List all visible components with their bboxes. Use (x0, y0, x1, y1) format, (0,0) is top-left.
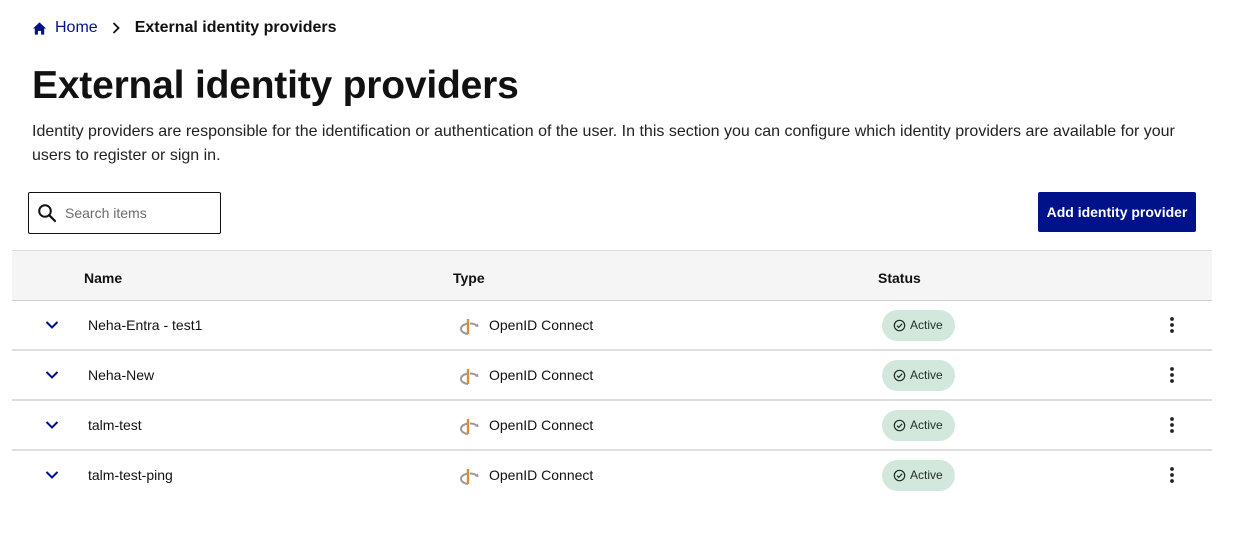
provider-type-label: OpenID Connect (489, 467, 594, 483)
more-vertical-icon[interactable] (1162, 401, 1182, 449)
more-vertical-icon[interactable] (1162, 301, 1182, 349)
status-label: Active (910, 368, 943, 382)
add-identity-provider-button[interactable]: Add identity provider (1038, 192, 1196, 232)
status-label: Active (910, 318, 943, 332)
chevron-down-icon[interactable] (42, 351, 62, 399)
page-description: Identity providers are responsible for t… (32, 123, 1175, 164)
home-icon (32, 21, 47, 35)
breadcrumb-home-link[interactable]: Home (32, 19, 98, 37)
check-circle-icon (893, 469, 906, 481)
provider-type: OpenID Connect (458, 451, 593, 499)
check-circle-icon (893, 319, 906, 331)
status-label: Active (910, 468, 943, 482)
provider-type: OpenID Connect (458, 401, 593, 449)
breadcrumb: Home External identity providers (32, 17, 337, 39)
search-input[interactable] (63, 204, 217, 222)
check-circle-icon (893, 369, 906, 381)
table-row: Neha-Entra - test1 OpenID Connect Active (12, 301, 1212, 351)
search-box[interactable] (28, 192, 221, 234)
status-badge: Active (882, 359, 955, 391)
chevron-down-icon[interactable] (42, 401, 62, 449)
column-header-type[interactable]: Type (453, 270, 485, 286)
table-header: Name Type Status (12, 250, 1212, 301)
breadcrumb-current: External identity providers (134, 19, 337, 36)
status-badge: Active (882, 309, 955, 341)
provider-type-label: OpenID Connect (489, 367, 594, 383)
table-row: talm-test-ping OpenID Connect Active (12, 451, 1212, 501)
provider-name: Neha-Entra - test1 (88, 317, 203, 333)
provider-type-label: OpenID Connect (489, 317, 594, 333)
more-vertical-icon[interactable] (1162, 451, 1182, 499)
identity-providers-table: Name Type Status Neha-Entra - test1 Open… (12, 250, 1212, 501)
check-circle-icon (893, 419, 906, 431)
provider-type: OpenID Connect (458, 351, 593, 399)
table-row: talm-test OpenID Connect Active (12, 401, 1212, 451)
column-header-status[interactable]: Status (878, 270, 921, 286)
openid-icon (459, 319, 479, 335)
status-cell: Active (882, 351, 955, 399)
status-cell: Active (882, 401, 955, 449)
status-cell: Active (882, 451, 955, 499)
status-label: Active (910, 418, 943, 432)
chevron-right-icon (111, 22, 121, 34)
openid-icon (459, 369, 479, 385)
chevron-down-icon[interactable] (42, 301, 62, 349)
provider-name: Neha-New (88, 367, 155, 383)
page-title: External identity providers (32, 64, 519, 107)
provider-name: talm-test (88, 417, 142, 433)
provider-name: talm-test-ping (88, 467, 173, 483)
more-vertical-icon[interactable] (1162, 351, 1182, 399)
status-cell: Active (882, 301, 955, 349)
page: Home External identity providers Externa… (0, 0, 1260, 546)
table-row: Neha-New OpenID Connect Active (12, 351, 1212, 401)
openid-icon (459, 469, 479, 485)
provider-type-label: OpenID Connect (489, 417, 594, 433)
chevron-down-icon[interactable] (42, 451, 62, 499)
openid-icon (459, 419, 479, 435)
breadcrumb-home-label: Home (55, 19, 98, 36)
status-badge: Active (882, 409, 955, 441)
column-header-name[interactable]: Name (84, 270, 122, 286)
search-icon (38, 204, 57, 223)
provider-type: OpenID Connect (458, 301, 593, 349)
status-badge: Active (882, 459, 955, 491)
